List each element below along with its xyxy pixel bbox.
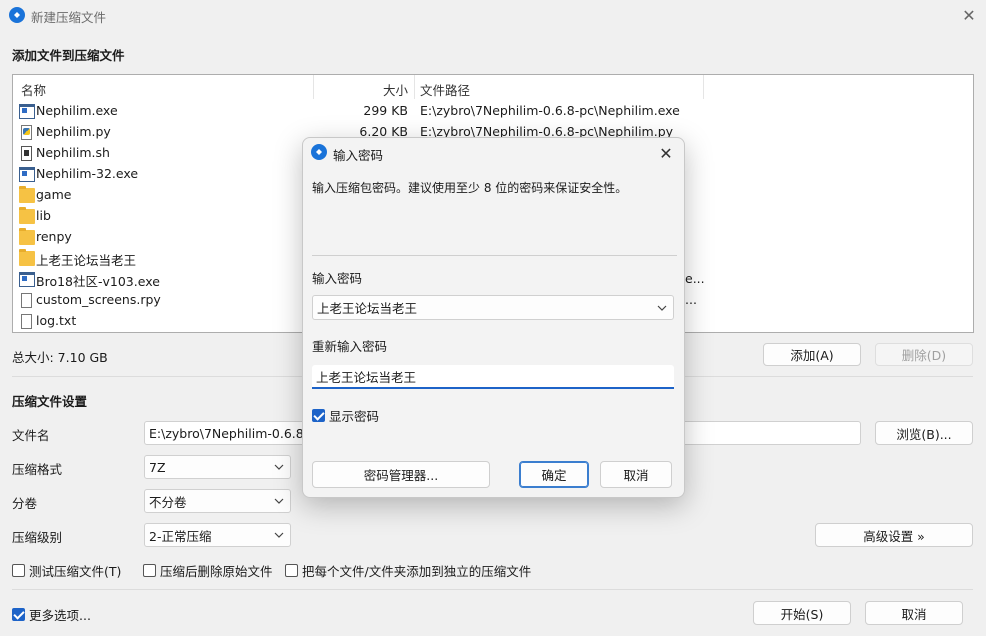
title-bar: 新建压缩文件 ✕ (0, 0, 986, 30)
file-name: Nephilim-32.exe (36, 166, 139, 181)
browse-button[interactable]: 浏览(B)... (875, 421, 973, 445)
file-name: custom_screens.rpy (36, 292, 161, 307)
file-path: e... (685, 271, 705, 286)
split-value: 不分卷 (149, 494, 187, 510)
exe-icon (19, 104, 35, 119)
file-size: 299 KB (363, 103, 408, 118)
chevron-down-icon[interactable] (657, 303, 667, 313)
folder-icon (19, 249, 35, 266)
filename-label: 文件名 (12, 428, 50, 443)
file-name: lib (36, 208, 51, 223)
file-name: log.txt (36, 313, 77, 328)
test-archive-checkbox[interactable]: 测试压缩文件(T) (12, 561, 121, 580)
show-password-label: 显示密码 (329, 409, 380, 424)
more-options-label: 更多选项... (29, 608, 91, 623)
dialog-description: 输入压缩包密码。建议使用至少 8 位的密码来保证安全性。 (312, 181, 628, 195)
checkbox-box (12, 564, 25, 577)
add-button[interactable]: 添加(A) (763, 343, 861, 366)
dialog-title: 输入密码 (333, 148, 384, 163)
document-icon (21, 314, 32, 329)
level-value: 2-正常压缩 (149, 528, 212, 544)
file-name: Nephilim.sh (36, 145, 110, 160)
python-file-icon (21, 125, 32, 140)
column-header-path[interactable]: 文件路径 (420, 80, 470, 99)
document-icon (21, 293, 32, 308)
checkbox-box (143, 564, 156, 577)
divider (12, 589, 973, 590)
folder-icon (19, 228, 35, 245)
app-logo-icon (9, 7, 25, 23)
chevron-down-icon (274, 464, 284, 470)
chevron-down-icon (274, 498, 284, 504)
test-archive-label: 测试压缩文件(T) (29, 564, 122, 579)
checkbox-box (285, 564, 298, 577)
confirm-password-label: 重新输入密码 (312, 339, 388, 354)
file-name: renpy (36, 229, 72, 244)
split-select[interactable]: 不分卷 (144, 489, 291, 513)
window-title: 新建压缩文件 (31, 10, 107, 25)
chevron-down-icon (274, 532, 284, 538)
ok-button[interactable]: 确定 (519, 461, 589, 488)
checkbox-box-checked (12, 608, 25, 621)
split-label: 分卷 (12, 496, 38, 511)
file-path: ... (685, 292, 697, 307)
add-files-section-title: 添加文件到压缩文件 (12, 48, 125, 63)
password-dialog: 输入密码 ✕ 输入压缩包密码。建议使用至少 8 位的密码来保证安全性。 输入密码… (302, 137, 685, 498)
delete-button[interactable]: 删除(D) (875, 343, 973, 366)
password-manager-button[interactable]: 密码管理器... (312, 461, 490, 488)
password-value: 上老王论坛当老王 (317, 301, 418, 316)
confirm-password-input[interactable]: 上老王论坛当老王 (312, 365, 674, 389)
close-icon[interactable]: ✕ (654, 142, 678, 164)
divider (312, 255, 677, 256)
app-logo-icon (311, 144, 327, 160)
file-name: game (36, 187, 72, 202)
separate-archives-label: 把每个文件/文件夹添加到独立的压缩文件 (302, 564, 532, 579)
file-name: Bro18社区-v103.exe (36, 274, 160, 289)
cancel-button[interactable]: 取消 (865, 601, 963, 625)
file-path: E:\zybro\7Nephilim-0.6.8-pc\Nephilim.exe (420, 103, 680, 118)
file-row[interactable]: Nephilim.exe 299 KB E:\zybro\7Nephilim-0… (13, 101, 973, 122)
folder-icon (19, 186, 35, 203)
dialog-cancel-button[interactable]: 取消 (600, 461, 672, 488)
level-select[interactable]: 2-正常压缩 (144, 523, 291, 547)
close-icon[interactable]: ✕ (954, 0, 984, 30)
column-header-size[interactable]: 大小 (383, 80, 408, 99)
password-label: 输入密码 (312, 271, 363, 286)
checkbox-box-checked (312, 409, 325, 422)
settings-section-title: 压缩文件设置 (12, 394, 88, 409)
level-label: 压缩级别 (12, 530, 63, 545)
start-button[interactable]: 开始(S) (753, 601, 851, 625)
total-size: 总大小: 7.10 GB (12, 350, 108, 365)
format-value: 7Z (149, 459, 166, 475)
exe-icon (19, 167, 35, 182)
password-input[interactable]: 上老王论坛当老王 (312, 295, 674, 320)
advanced-settings-button[interactable]: 高级设置 » (815, 523, 973, 547)
separate-archives-checkbox[interactable]: 把每个文件/文件夹添加到独立的压缩文件 (285, 561, 531, 580)
format-select[interactable]: 7Z (144, 455, 291, 479)
folder-icon (19, 207, 35, 224)
show-password-checkbox[interactable]: 显示密码 (312, 406, 379, 425)
file-name: Nephilim.exe (36, 103, 118, 118)
delete-after-label: 压缩后删除原始文件 (160, 564, 273, 579)
column-header-name[interactable]: 名称 (21, 80, 46, 99)
file-name: Nephilim.py (36, 124, 111, 139)
format-label: 压缩格式 (12, 462, 63, 477)
exe-icon (19, 272, 35, 287)
delete-after-checkbox[interactable]: 压缩后删除原始文件 (143, 561, 273, 580)
file-list-header: 名称 大小 文件路径 (13, 75, 973, 101)
file-name: 上老王论坛当老王 (36, 253, 137, 268)
shell-file-icon (21, 146, 32, 161)
more-options-checkbox[interactable]: 更多选项... (12, 605, 91, 624)
